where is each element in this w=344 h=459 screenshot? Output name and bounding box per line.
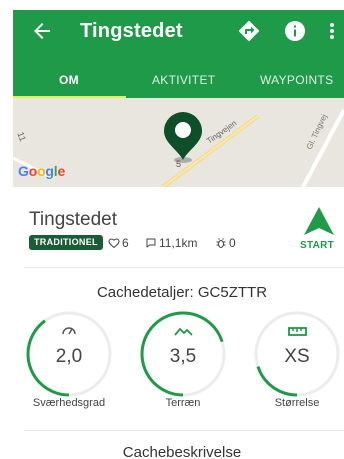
difficulty-label: Sværhedsgrad — [32, 397, 106, 409]
start-button[interactable]: START — [300, 240, 334, 251]
speech-bubble-icon — [146, 238, 156, 248]
google-logo: Google — [18, 163, 66, 179]
size-label: Størrelse — [274, 397, 320, 409]
size-ruler-icon — [288, 327, 307, 336]
terrain-label: Terræn — [165, 397, 201, 409]
back-arrow-icon[interactable] — [30, 19, 54, 43]
favorites-count: 6 — [122, 236, 129, 250]
logs-stat: 0 — [215, 236, 236, 250]
cache-marker-icon[interactable] — [164, 112, 202, 160]
terrain-value: 3,5 — [169, 346, 197, 367]
cache-name: Tingstedet — [29, 209, 118, 230]
favorites-stat: 6 — [108, 236, 129, 250]
distance-value: 11,1km — [159, 236, 198, 250]
distance-stat: 11,1km — [145, 236, 197, 250]
difficulty-gauge-icon — [62, 327, 76, 335]
more-vert-icon[interactable] — [324, 19, 340, 43]
cache-type-badge: TRADITIONEL — [29, 235, 103, 250]
tab-bar: OM AKTIVITET WAYPOINTS — [13, 62, 344, 99]
bug-icon — [216, 238, 226, 248]
heart-icon — [108, 238, 120, 249]
toolbar: Tingstedet — [13, 10, 344, 52]
info-icon[interactable] — [283, 19, 307, 43]
logs-count: 0 — [229, 236, 236, 250]
difficulty-value: 2,0 — [55, 346, 83, 367]
svg-text:11: 11 — [15, 131, 28, 143]
tab-aktivitet[interactable]: AKTIVITET — [152, 73, 215, 87]
divider — [24, 430, 344, 431]
tab-om[interactable]: OM — [59, 73, 79, 87]
navigate-icon[interactable] — [237, 19, 261, 43]
marker-label: 5 — [176, 159, 181, 169]
divider — [24, 267, 344, 268]
tab-waypoints[interactable]: WAYPOINTS — [260, 73, 333, 87]
app-bar: Tingstedet OM AKTIVITET WAYPOINTS — [13, 10, 344, 99]
cache-description-title: Cachebeskrivelse — [122, 444, 242, 459]
size-value: XS — [284, 346, 310, 367]
page-title: Tingstedet — [80, 20, 183, 42]
cache-details-title: Cachedetaljer: GC5ZTTR — [96, 284, 268, 301]
terrain-mountain-icon — [174, 327, 193, 336]
map-view[interactable]: 11 Tingvejen Gl. Tingvej 5 Google — [13, 98, 344, 187]
